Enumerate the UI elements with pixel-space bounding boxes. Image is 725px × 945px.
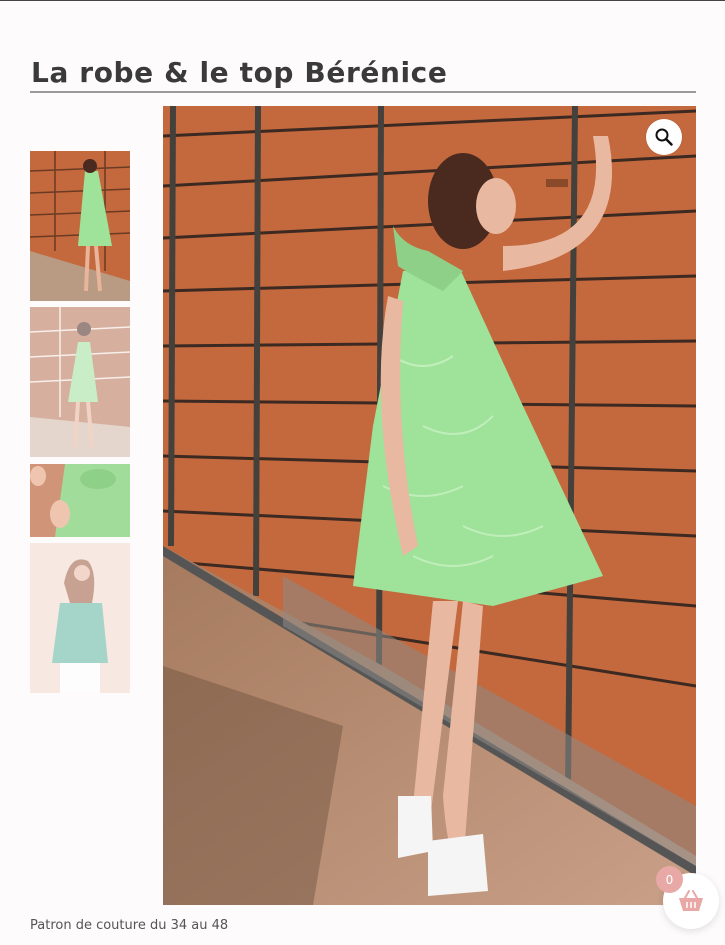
thumbnail-image [30,151,130,301]
page-title: La robe & le top Bérénice [31,56,448,89]
cart-count-badge: 0 [656,866,683,893]
top-border [0,0,725,1]
gallery-thumbnail-4[interactable] [30,543,130,693]
gallery-thumbnail-1[interactable] [30,151,130,301]
zoom-button[interactable] [646,119,682,155]
basket-icon [679,890,703,911]
thumbnail-image [30,307,130,457]
title-section: La robe & le top Bérénice [30,56,696,93]
gallery-thumbnail-3[interactable] [30,464,130,537]
thumbnail-image [30,543,130,693]
main-product-image[interactable] [163,106,696,905]
thumbnail-image [30,464,130,537]
magnifier-icon [655,128,673,146]
product-photo [163,106,696,905]
product-short-description: Patron de couture du 34 au 48 [30,918,229,933]
gallery-thumbnail-2[interactable] [30,307,130,457]
